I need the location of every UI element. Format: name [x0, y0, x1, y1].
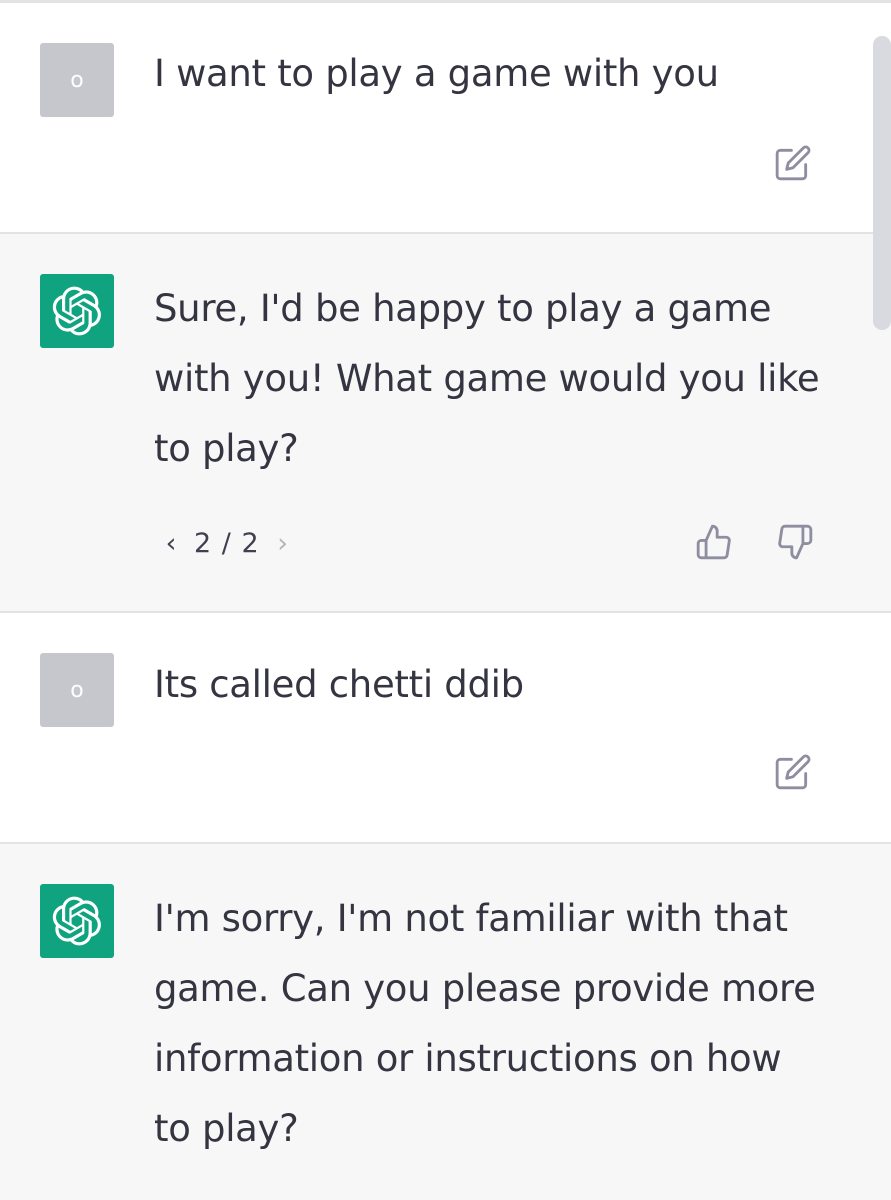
- thumbs-up-icon: [696, 524, 731, 560]
- message-text: I'm sorry, I'm not familiar with that ga…: [154, 884, 834, 1164]
- thumbs-down-button[interactable]: [775, 522, 815, 562]
- message-line: I'm sorry, I'm not familiar with that: [154, 897, 788, 940]
- chat-page: o I want to play a game with you Sure, I…: [0, 0, 891, 1200]
- openai-logo-icon: [52, 896, 101, 946]
- user-avatar: o: [40, 653, 114, 727]
- previous-response-button[interactable]: ‹: [158, 523, 184, 563]
- thumbs-down-icon: [778, 524, 813, 560]
- avatar-letter: o: [70, 67, 84, 93]
- user-message: o I want to play a game with you: [0, 3, 891, 232]
- avatar-letter: o: [70, 677, 84, 703]
- response-pager: ‹ 2 / 2 ›: [158, 523, 296, 563]
- message-line: to play?: [154, 1107, 299, 1150]
- message-line: Sure, I'd be happy to play a game: [154, 287, 772, 330]
- assistant-message: Sure, I'd be happy to play a game with y…: [0, 234, 891, 611]
- edit-icon: [775, 754, 811, 790]
- user-message: o Its called chetti ddib: [0, 613, 891, 842]
- message-line: with you! What game would you like: [154, 357, 820, 400]
- next-response-button[interactable]: ›: [270, 523, 296, 563]
- assistant-avatar: [40, 884, 114, 958]
- scrollbar[interactable]: [873, 36, 891, 330]
- assistant-message: I'm sorry, I'm not familiar with that ga…: [0, 844, 891, 1200]
- message-line: information or instructions on how: [154, 1037, 782, 1080]
- user-avatar: o: [40, 43, 114, 117]
- edit-button[interactable]: [773, 752, 813, 792]
- message-line: game. Can you please provide more: [154, 967, 816, 1010]
- thumbs-up-button[interactable]: [694, 522, 734, 562]
- message-text: I want to play a game with you: [154, 52, 719, 95]
- edit-icon: [775, 145, 811, 181]
- openai-logo-icon: [52, 286, 101, 336]
- message-line: to play?: [154, 427, 299, 470]
- message-text: Sure, I'd be happy to play a game with y…: [154, 274, 834, 484]
- edit-button[interactable]: [773, 143, 813, 183]
- response-count: 2 / 2: [194, 527, 260, 559]
- message-text: Its called chetti ddib: [154, 663, 524, 706]
- assistant-avatar: [40, 274, 114, 348]
